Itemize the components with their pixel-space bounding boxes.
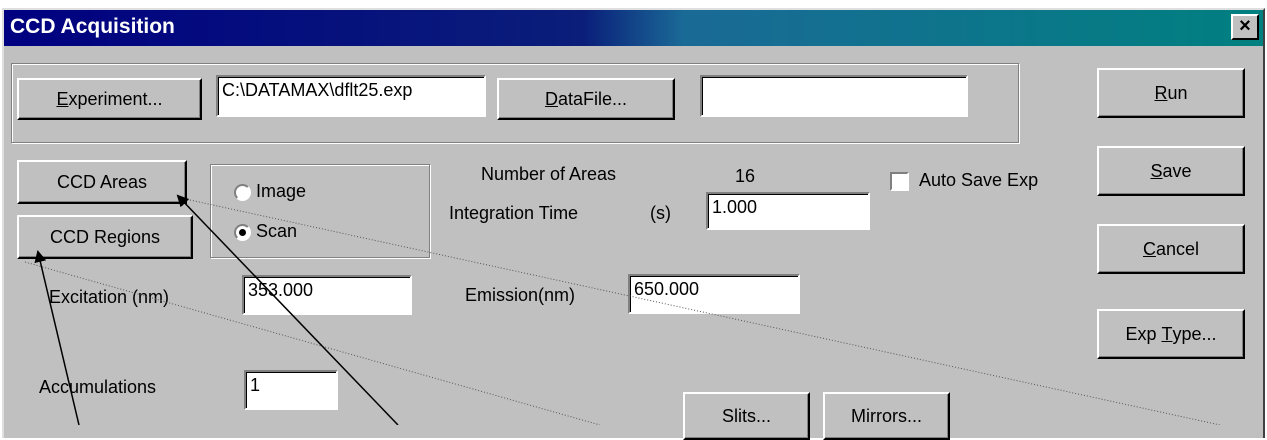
accumulations-label: Accumulations	[39, 377, 157, 397]
excitation-label: Excitation (nm)	[49, 287, 170, 307]
scan-radio-selected-dot	[239, 229, 246, 236]
integration-time-unit: (s)	[650, 203, 671, 223]
emission-label: Emission(nm)	[465, 285, 576, 305]
number-of-areas-value: 16	[735, 166, 756, 186]
exp-type-button-label: ype...	[1172, 323, 1217, 344]
exp-type-button-prefix: Exp	[1125, 323, 1162, 344]
cancel-button-label: ancel	[1155, 238, 1200, 259]
exp-type-button-mnemonic: T	[1161, 323, 1173, 344]
experiment-path-field[interactable]: C:\DATAMAX\dflt25.exp	[216, 75, 486, 117]
ccd-areas-button[interactable]: CCD Areas	[17, 160, 187, 204]
cancel-button[interactable]: Cancel	[1097, 224, 1245, 274]
datafile-field[interactable]	[700, 75, 968, 117]
window-title: CCD Acquisition	[10, 15, 175, 38]
experiment-button-label: xperiment...	[68, 88, 163, 109]
datafile-button-mnemonic: D	[544, 88, 558, 109]
experiment-button[interactable]: Experiment...	[17, 78, 202, 120]
run-button-mnemonic: R	[1154, 82, 1168, 103]
slits-button[interactable]: Slits...	[683, 392, 810, 440]
save-button-mnemonic: S	[1150, 160, 1163, 181]
cancel-button-mnemonic: C	[1142, 238, 1156, 259]
image-radio-label[interactable]: Image	[256, 181, 306, 202]
number-of-areas-label: Number of Areas	[481, 164, 617, 184]
mode-group	[210, 164, 430, 258]
image-radio[interactable]	[234, 184, 251, 201]
integration-time-label: Integration Time	[449, 203, 579, 223]
save-button-label: ave	[1162, 160, 1192, 181]
datafile-button[interactable]: DataFile...	[497, 78, 675, 120]
experiment-button-mnemonic: E	[56, 88, 69, 109]
scan-radio-label[interactable]: Scan	[256, 221, 297, 242]
integration-time-field[interactable]: 1.000	[706, 192, 870, 230]
auto-save-label[interactable]: Auto Save Exp	[919, 170, 1038, 191]
mirrors-button[interactable]: Mirrors...	[823, 392, 950, 440]
excitation-field[interactable]: 353.000	[242, 275, 412, 315]
ccd-regions-button[interactable]: CCD Regions	[17, 215, 193, 259]
accumulations-field[interactable]: 1	[244, 370, 338, 410]
scan-radio[interactable]	[234, 224, 251, 241]
save-button[interactable]: Save	[1097, 146, 1245, 196]
close-button[interactable]: ×	[1231, 14, 1259, 40]
datafile-button-label: ataFile...	[557, 88, 628, 109]
exp-type-button[interactable]: Exp Type...	[1097, 309, 1245, 359]
auto-save-checkbox[interactable]	[890, 172, 909, 191]
emission-field[interactable]: 650.000	[628, 274, 800, 314]
title-bar[interactable]: CCD Acquisition ×	[4, 10, 1263, 46]
run-button-label: un	[1167, 82, 1188, 103]
run-button[interactable]: Run	[1097, 68, 1245, 118]
